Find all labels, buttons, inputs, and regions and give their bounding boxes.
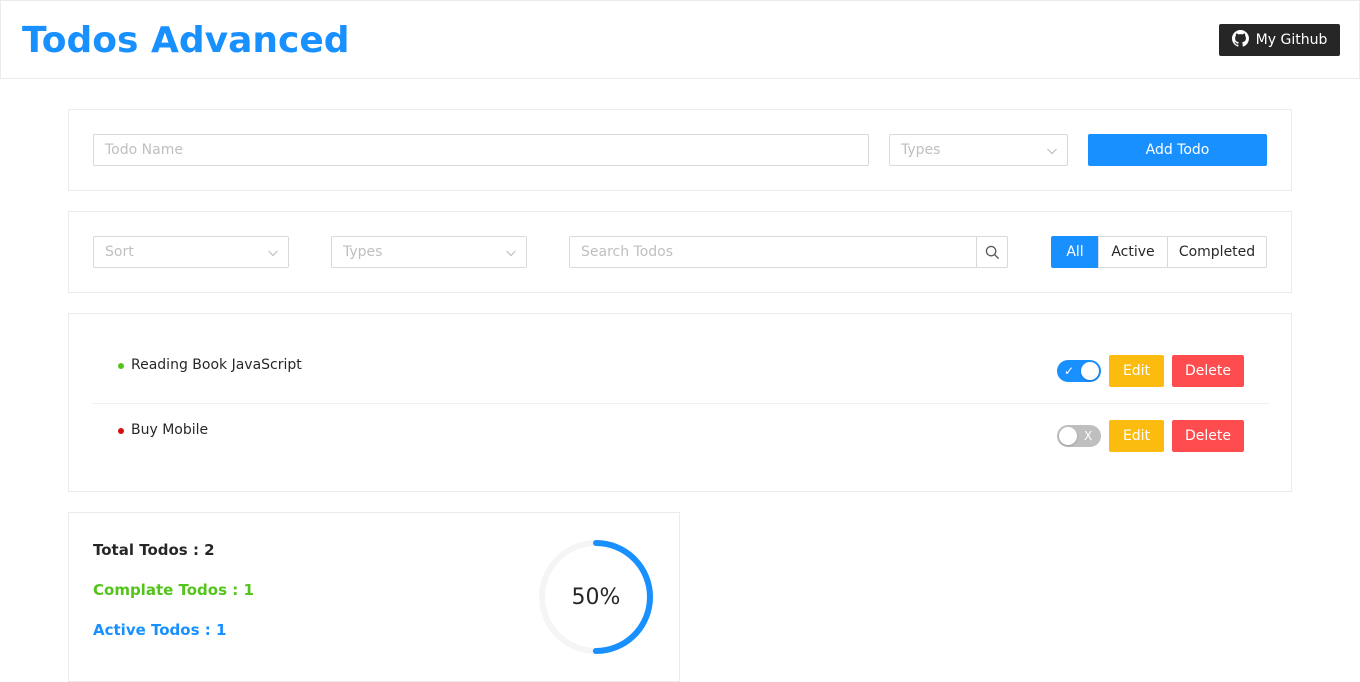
todo-list-card: Reading Book JavaScript ✓ Edit Delete Bu… bbox=[68, 313, 1292, 492]
todo-complete-toggle[interactable]: X bbox=[1057, 425, 1101, 447]
add-types-placeholder: Types bbox=[901, 142, 941, 158]
progress-label: 50% bbox=[571, 584, 621, 610]
check-icon: ✓ bbox=[1064, 364, 1075, 378]
close-icon: X bbox=[1084, 429, 1093, 443]
todo-name-placeholder: Todo Name bbox=[105, 142, 183, 158]
tab-completed[interactable]: Completed bbox=[1167, 236, 1267, 268]
todo-item: Buy Mobile X Edit Delete bbox=[93, 404, 1269, 468]
todo-name-input[interactable]: Todo Name bbox=[93, 134, 869, 166]
filter-types-select[interactable]: Types bbox=[331, 236, 527, 268]
search-placeholder: Search Todos bbox=[581, 244, 674, 260]
active-todos: Active Todos : 1 bbox=[93, 621, 227, 639]
tab-all[interactable]: All bbox=[1051, 236, 1099, 268]
delete-button[interactable]: Delete bbox=[1172, 355, 1244, 387]
delete-button[interactable]: Delete bbox=[1172, 420, 1244, 452]
sort-placeholder: Sort bbox=[105, 244, 134, 260]
github-label: My Github bbox=[1255, 32, 1328, 48]
todo-status-dot bbox=[118, 428, 124, 434]
filter-card: Sort Types Search Todos All Active Compl… bbox=[68, 211, 1292, 293]
stats-card: Total Todos : 2 Complate Todos : 1 Activ… bbox=[68, 512, 680, 682]
search-button[interactable] bbox=[976, 236, 1008, 268]
complete-todos: Complate Todos : 1 bbox=[93, 581, 254, 599]
todo-name: Buy Mobile bbox=[131, 422, 209, 438]
add-types-select[interactable]: Types bbox=[889, 134, 1068, 166]
progress-circle: 50% bbox=[536, 537, 656, 657]
chevron-down-icon bbox=[1047, 148, 1057, 155]
todo-complete-toggle[interactable]: ✓ bbox=[1057, 360, 1101, 382]
filter-types-placeholder: Types bbox=[343, 244, 383, 260]
todo-status-dot bbox=[118, 363, 124, 369]
app-title: Todos Advanced bbox=[22, 20, 350, 61]
search-input[interactable]: Search Todos bbox=[569, 236, 977, 268]
chevron-down-icon bbox=[506, 250, 516, 257]
sort-select[interactable]: Sort bbox=[93, 236, 289, 268]
chevron-down-icon bbox=[268, 250, 278, 257]
total-todos: Total Todos : 2 bbox=[93, 541, 215, 559]
add-todo-button[interactable]: Add Todo bbox=[1088, 134, 1267, 166]
app-header: Todos Advanced My Github bbox=[0, 0, 1360, 79]
edit-button[interactable]: Edit bbox=[1109, 420, 1164, 452]
search-icon bbox=[985, 245, 999, 259]
edit-button[interactable]: Edit bbox=[1109, 355, 1164, 387]
todo-name: Reading Book JavaScript bbox=[131, 357, 302, 373]
github-button[interactable]: My Github bbox=[1219, 24, 1340, 56]
github-icon bbox=[1231, 29, 1249, 51]
todo-item: Reading Book JavaScript ✓ Edit Delete bbox=[93, 339, 1269, 403]
tab-active[interactable]: Active bbox=[1098, 236, 1168, 268]
add-todo-card: Todo Name Types Add Todo bbox=[68, 109, 1292, 191]
